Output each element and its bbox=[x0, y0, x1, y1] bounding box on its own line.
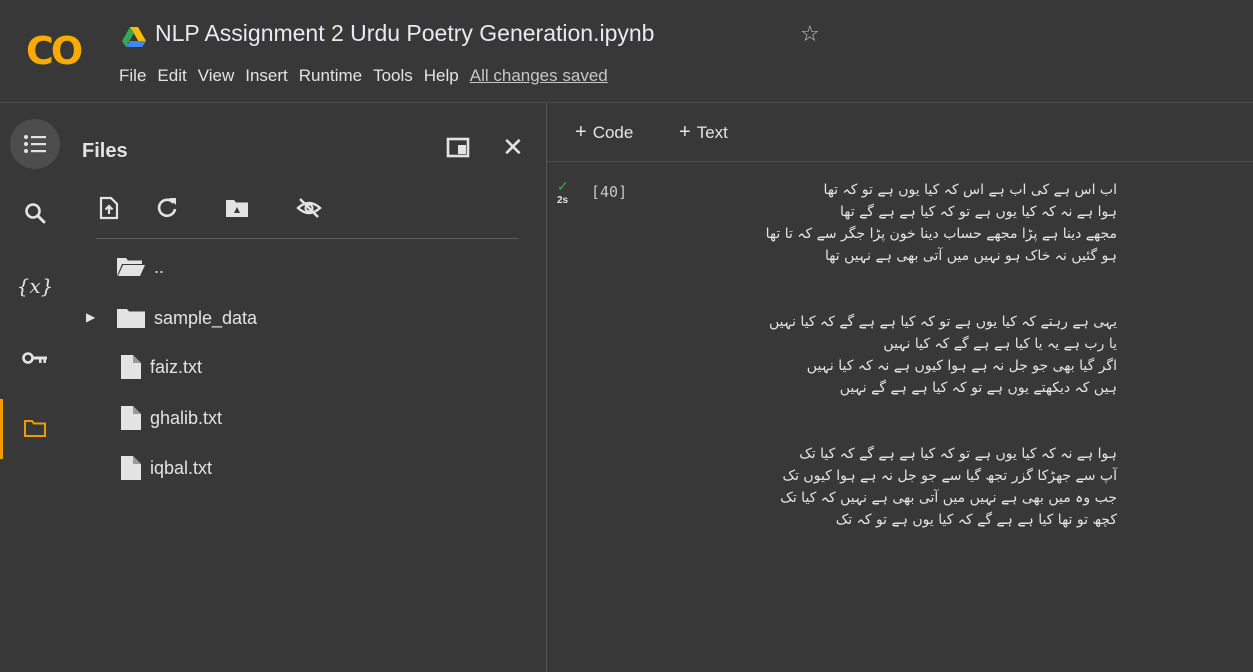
file-name: faiz.txt bbox=[150, 356, 203, 377]
files-panel: Files ✕ .. ▶ sample_data faiz.txt ghalib… bbox=[70, 103, 547, 672]
divider bbox=[96, 238, 518, 239]
hide-files-icon[interactable] bbox=[294, 193, 324, 223]
output-line: ہیں کہ دیکھتے یوں ہے تو کہ کیا ہے ہے گے … bbox=[839, 380, 1117, 396]
panel-title: Files bbox=[82, 140, 128, 162]
expand-caret-icon[interactable]: ▶ bbox=[86, 310, 95, 324]
sidebar-rail: {x} bbox=[0, 103, 70, 672]
output-line: اگر گیا بھی جو جل نہ ہے ہوا کیوں ہے نہ ک… bbox=[806, 358, 1117, 374]
plus-icon: + bbox=[679, 121, 691, 143]
menu-view[interactable]: View bbox=[198, 66, 235, 86]
colab-logo[interactable]: CO bbox=[26, 30, 96, 72]
cell-status[interactable]: ✓ 2s bbox=[557, 179, 577, 206]
add-text-button[interactable]: + Text bbox=[679, 121, 728, 144]
folder-open-icon bbox=[117, 258, 145, 276]
menu-insert[interactable]: Insert bbox=[245, 66, 288, 86]
file-name: sample_data bbox=[154, 307, 258, 328]
close-icon[interactable]: ✕ bbox=[502, 133, 524, 161]
output-stanza: ہوا ہے نہ کہ کیا یوں ہے تو کہ کیا ہے ہے … bbox=[637, 443, 1117, 531]
file-tree-item[interactable]: ghalib.txt bbox=[120, 403, 222, 433]
search-icon[interactable] bbox=[10, 188, 60, 238]
notebook-toolbar: + Code + Text bbox=[547, 103, 1253, 162]
file-icon bbox=[121, 355, 141, 379]
output-line: اب اس ہے کی اب ہے اس کہ کیا یوں ہے تو کہ… bbox=[823, 182, 1117, 198]
output-stanza: یہی ہے رہتے کہ کیا یوں ہے تو کہ کیا ہے ہ… bbox=[637, 311, 1117, 399]
menu-file[interactable]: File bbox=[119, 66, 146, 86]
google-drive-icon bbox=[122, 27, 146, 47]
notebook-title[interactable]: NLP Assignment 2 Urdu Poetry Generation.… bbox=[155, 20, 654, 47]
menu-bar: File Edit View Insert Runtime Tools Help All ch… bbox=[119, 66, 619, 86]
output-line: مجھے دینا ہے پڑا مجھے حساب دینا خون پڑا … bbox=[765, 226, 1117, 242]
refresh-icon[interactable] bbox=[152, 193, 182, 223]
file-tree-folder[interactable]: sample_data bbox=[116, 303, 257, 333]
file-name: ghalib.txt bbox=[150, 407, 223, 428]
app-header: CO NLP Assignment 2 Urdu Poetry Generati… bbox=[0, 0, 1253, 103]
execution-time: 2s bbox=[557, 195, 569, 206]
folder-icon bbox=[117, 309, 145, 328]
output-line: یا رب ہے یہ یا کیا ہے ہے گے کہ کیا نہیں bbox=[883, 336, 1117, 352]
upload-file-icon[interactable] bbox=[94, 193, 124, 223]
output-line: آپ سے جھڑکا گزر تجھ گیا سے جو جل نہ ہے ہ… bbox=[782, 468, 1117, 484]
output-stanza: اب اس ہے کی اب ہے اس کہ کیا یوں ہے تو کہ… bbox=[637, 179, 1117, 267]
output-line: جب وہ میں بھی ہے نہیں میں آتی بھی ہے نہی… bbox=[780, 490, 1117, 506]
check-icon: ✓ bbox=[557, 178, 569, 194]
file-name: iqbal.txt bbox=[150, 457, 213, 478]
menu-tools[interactable]: Tools bbox=[373, 66, 413, 86]
folder-icon[interactable] bbox=[10, 403, 60, 453]
file-name: .. bbox=[154, 256, 165, 277]
active-indicator bbox=[0, 399, 3, 459]
variables-icon[interactable]: {x} bbox=[10, 261, 60, 311]
file-icon bbox=[121, 456, 141, 480]
notebook-area: + Code + Text ✓ 2s [40] اب اس ہے کی اب ہے … bbox=[547, 103, 1253, 672]
menu-edit[interactable]: Edit bbox=[157, 66, 186, 86]
star-outline-icon[interactable]: ☆ bbox=[800, 21, 820, 47]
menu-runtime[interactable]: Runtime bbox=[299, 66, 362, 86]
mount-drive-icon[interactable] bbox=[222, 193, 252, 223]
file-tree-parent[interactable]: .. bbox=[116, 252, 164, 282]
cell-output: اب اس ہے کی اب ہے اس کہ کیا یوں ہے تو کہ… bbox=[637, 179, 1117, 575]
save-status-link[interactable]: All changes saved bbox=[470, 66, 608, 86]
output-line: ہوا ہے نہ کہ کیا یوں ہے تو کہ کیا ہے ہے … bbox=[799, 446, 1117, 462]
table-of-contents-icon[interactable] bbox=[10, 119, 60, 169]
file-icon bbox=[121, 406, 141, 430]
file-tree-item[interactable]: iqbal.txt bbox=[120, 453, 212, 483]
key-icon[interactable] bbox=[10, 333, 60, 383]
file-tree-item[interactable]: faiz.txt bbox=[120, 352, 202, 382]
add-code-button[interactable]: + Code bbox=[575, 121, 633, 144]
open-in-tab-icon[interactable] bbox=[446, 136, 470, 160]
execution-count: [40] bbox=[591, 183, 628, 201]
plus-icon: + bbox=[575, 121, 587, 143]
output-line: یہی ہے رہتے کہ کیا یوں ہے تو کہ کیا ہے ہ… bbox=[769, 314, 1117, 330]
output-line: ہوا ہے نہ کہ کیا یوں ہے تو کہ کیا ہے ہے … bbox=[840, 204, 1117, 220]
menu-help[interactable]: Help bbox=[424, 66, 459, 86]
output-line: کچھ تو تھا کیا ہے ہے گے کہ کیا یوں ہے تو… bbox=[835, 512, 1117, 528]
output-line: ہو گئیں نہ خاک ہو نہیں میں آتی بھی ہے نہ… bbox=[825, 248, 1117, 264]
